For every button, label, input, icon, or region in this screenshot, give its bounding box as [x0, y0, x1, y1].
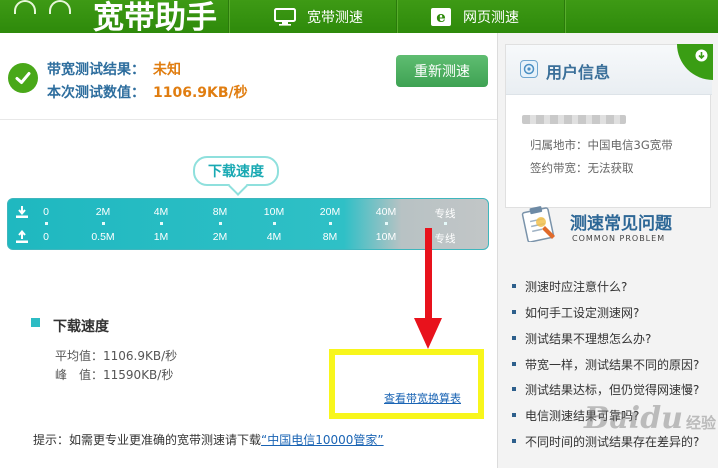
masked-account — [522, 115, 626, 124]
detail-title: 下载速度 — [53, 319, 109, 335]
download-tick: 0 — [43, 206, 49, 218]
check-icon — [8, 63, 38, 93]
download-badge-icon[interactable] — [677, 44, 713, 80]
result-speed-label: 本次测试数值： — [47, 85, 145, 101]
tip-download-link[interactable]: “中国电信10000管家” — [261, 433, 384, 447]
monitor-icon — [274, 7, 296, 26]
download-tick: 4M — [153, 206, 169, 218]
download-tick: 20M — [319, 206, 341, 218]
download-tick: 8M — [212, 206, 228, 218]
user-bandwidth: 签约带宽：无法获取 — [530, 161, 634, 175]
download-tick: 专线 — [434, 208, 456, 220]
logo-gauge-icons — [8, 0, 72, 22]
svg-text:e: e — [436, 8, 446, 26]
tab-broadband-speedtest[interactable]: 宽带测速 — [274, 0, 363, 33]
result-status: 带宽测试结果： 未知 — [47, 59, 181, 79]
gauge-icon — [14, 0, 36, 14]
download-tick: 2M — [95, 206, 111, 218]
download-speed-bubble: 下载速度 — [193, 156, 279, 186]
user-info-header: 用户信息 — [506, 44, 713, 95]
bandwidth-conversion-link[interactable]: 查看带宽换算表 — [384, 390, 461, 406]
upload-tick: 4M — [266, 231, 282, 243]
peak-value: 11590KB/秒 — [103, 368, 174, 382]
download-tick: 40M — [375, 206, 397, 218]
download-tip: 提示：如需更专业更准确的宽带测速请下载“中国电信10000管家” — [33, 431, 384, 448]
user-location: 归属地市：中国电信3G宽带 — [530, 138, 673, 152]
peak-speed: 峰 值：11590KB/秒 — [55, 366, 173, 383]
tab-label: 宽带测速 — [307, 9, 363, 26]
upload-tick: 8M — [322, 231, 338, 243]
peak-label: 峰 值： — [55, 368, 104, 382]
user-info-icon — [520, 60, 538, 78]
right-sidebar: 用户信息 归属地市：中国电信3G宽带 签约带宽：无法获取 — [497, 33, 718, 468]
result-status-label: 带宽测试结果： — [47, 62, 145, 78]
faq-item[interactable]: 带宽一样，测试结果不同的原因? — [512, 356, 699, 373]
tab-divider — [228, 0, 229, 33]
user-info-card: 用户信息 归属地市：中国电信3G宽带 签约带宽：无法获取 — [505, 44, 713, 208]
faq-item[interactable]: 测速时应注意什么? — [512, 278, 627, 295]
upload-tick: 1M — [153, 231, 169, 243]
faq-item[interactable]: 测试结果不理想怎么办? — [512, 330, 651, 347]
faq-item[interactable]: 电信测速结果可靠吗? — [512, 407, 639, 424]
upload-tick: 2M — [212, 231, 228, 243]
annotation-highlight-box — [329, 349, 484, 419]
average-value: 1106.9KB/秒 — [103, 349, 178, 363]
upload-tick: 10M — [375, 231, 397, 243]
app-title: 宽带助手 — [93, 0, 217, 36]
faq-item[interactable]: 如何手工设定测速网? — [512, 304, 639, 321]
faq-subtitle: COMMON PROBLEM — [572, 234, 666, 243]
app-header: 宽带助手 宽带测速 e 网页测速 — [0, 0, 718, 36]
average-label: 平均值： — [55, 349, 104, 363]
upload-tick: 0.5M — [91, 231, 115, 243]
browser-e-icon: e — [430, 7, 452, 26]
result-speed-value: 1106.9KB/秒 — [153, 85, 248, 101]
tab-webpage-speedtest[interactable]: e 网页测速 — [430, 0, 519, 33]
retest-button[interactable]: 重新测速 — [396, 55, 488, 87]
result-status-value: 未知 — [153, 62, 181, 78]
faq-item[interactable]: 不同时间的测试结果存在差异的? — [512, 433, 699, 450]
upload-tick: 0 — [43, 231, 49, 243]
gauge-icon — [49, 0, 72, 14]
faq-item[interactable]: 测试结果达标，但仍觉得网速慢? — [512, 381, 699, 398]
faq-clipboard-icon — [521, 206, 555, 242]
annotation-arrow-icon — [414, 228, 442, 349]
section-bullet-icon — [31, 318, 40, 327]
user-info-title: 用户信息 — [546, 63, 611, 82]
download-tick: 10M — [263, 206, 285, 218]
download-scale-row: 0 2M 4M 8M 10M 20M 40M 专线 — [8, 201, 490, 223]
average-speed: 平均值：1106.9KB/秒 — [55, 347, 177, 364]
result-speed: 本次测试数值： 1106.9KB/秒 — [47, 82, 248, 102]
tab-bar: 宽带测速 e 网页测速 — [228, 0, 718, 33]
tab-divider — [396, 0, 397, 33]
download-icon — [15, 204, 29, 218]
tab-label: 网页测速 — [463, 9, 519, 26]
tab-divider — [564, 0, 565, 33]
tip-text: 提示：如需更专业更准确的宽带测速请下载 — [33, 433, 262, 447]
faq-title: 测速常见问题 — [570, 214, 672, 234]
upload-icon — [15, 229, 29, 243]
